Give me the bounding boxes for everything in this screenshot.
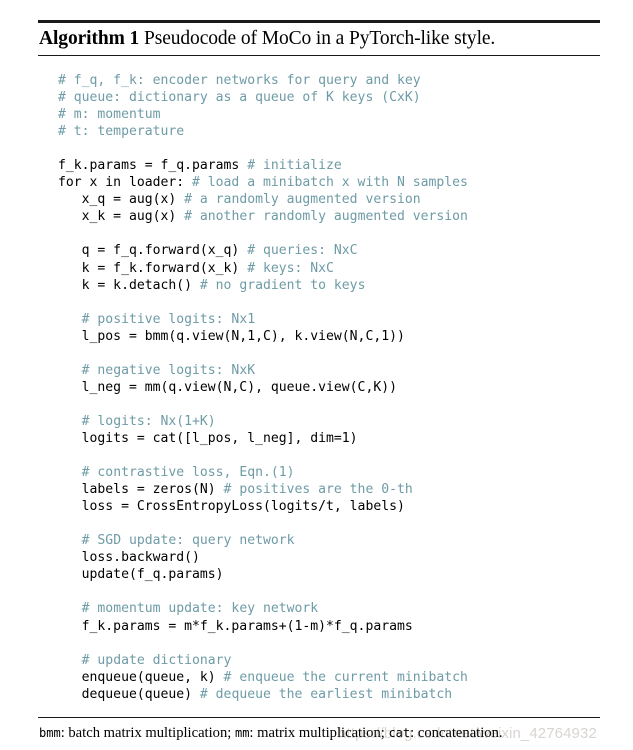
code-comment: # positives are the 0-th	[223, 482, 413, 498]
code-comment: # dequeue the earliest minibatch	[199, 686, 453, 702]
code-line: labels = zeros(N) # positives are the 0-…	[58, 481, 600, 498]
code-comment: # queue: dictionary as a queue of K keys…	[58, 90, 421, 106]
code-line: # t: temperature	[58, 123, 600, 140]
code-text: q = f_q.forward(x_q)	[58, 243, 248, 259]
code-line: q = f_q.forward(x_q) # queries: NxC	[58, 242, 600, 259]
code-comment: # keys: NxC	[247, 260, 334, 276]
code-line: # momentum update: key network	[58, 600, 600, 617]
code-text: k = f_k.forward(x_k)	[58, 260, 248, 276]
code-line: k = f_k.forward(x_k) # keys: NxC	[58, 260, 600, 277]
legend-text: : batch matrix multiplication;	[60, 724, 235, 741]
code-line: k = k.detach() # no gradient to keys	[58, 277, 600, 294]
code-line: # m: momentum	[58, 106, 600, 123]
code-line: f_k.params = f_q.params # initialize	[58, 157, 600, 174]
code-comment: # momentum update: key network	[81, 601, 319, 617]
code-line: l_neg = mm(q.view(N,C), queue.view(C,K))	[58, 379, 600, 396]
code-comment: # logits: Nx(1+K)	[81, 413, 216, 429]
code-comment: # t: temperature	[58, 124, 185, 140]
code-text: k = k.detach()	[58, 277, 200, 293]
code-text: logits = cat([l_pos, l_neg], dim=1)	[58, 430, 358, 446]
algorithm-number-label: Algorithm 1	[39, 28, 140, 49]
code-comment: # load a minibatch x with N samples	[192, 175, 468, 191]
code-text: labels = zeros(N)	[58, 482, 224, 498]
code-line: enqueue(queue, k) # enqueue the current …	[58, 669, 600, 686]
code-text: l_pos = bmm(q.view(N,1,C), k.view(N,C,1)…	[58, 328, 405, 344]
code-text: x_k = aug(x)	[58, 209, 185, 225]
legend-text: : matrix multiplication;	[249, 724, 389, 741]
code-comment: # negative logits: NxK	[81, 362, 256, 378]
code-comment: # another randomly augmented version	[184, 209, 468, 225]
code-comment: # update dictionary	[81, 652, 232, 668]
code-text: dequeue(queue)	[58, 686, 200, 702]
code-line: # SGD update: query network	[58, 532, 600, 549]
code-line: for x in loader: # load a minibatch x wi…	[58, 174, 600, 191]
code-line: # queue: dictionary as a queue of K keys…	[58, 89, 600, 106]
code-text: loss.backward()	[58, 550, 200, 566]
code-line: logits = cat([l_pos, l_neg], dim=1)	[58, 430, 600, 447]
code-text: loss = CrossEntropyLoss(logits/t, labels…	[58, 499, 405, 515]
code-line: # update dictionary	[58, 652, 600, 669]
code-text: x_q = aug(x)	[58, 192, 185, 208]
code-text: update(f_q.params)	[58, 567, 224, 583]
code-comment: # f_q, f_k: encoder networks for query a…	[58, 73, 421, 88]
code-comment: # contrastive loss, Eqn.(1)	[81, 465, 295, 481]
code-line: # f_q, f_k: encoder networks for query a…	[58, 72, 600, 89]
code-line: # negative logits: NxK	[58, 362, 600, 379]
legend-term: cat	[388, 725, 411, 740]
code-text: l_neg = mm(q.view(N,C), queue.view(C,K))	[58, 379, 397, 395]
code-line: # positive logits: Nx1	[58, 311, 600, 328]
pseudocode-listing: # f_q, f_k: encoder networks for query a…	[38, 56, 600, 717]
code-line: loss = CrossEntropyLoss(logits/t, labels…	[58, 498, 600, 515]
code-comment: # queries: NxC	[247, 243, 358, 259]
code-line: x_q = aug(x) # a randomly augmented vers…	[58, 191, 600, 208]
code-comment: # no gradient to keys	[199, 277, 366, 293]
code-line: # contrastive loss, Eqn.(1)	[58, 464, 600, 481]
legend-term: mm	[234, 725, 250, 740]
code-text: f_k.params = m*f_k.params+(1-m)*f_q.para…	[58, 618, 413, 634]
algorithm-float: Algorithm 1 Pseudocode of MoCo in a PyTo…	[38, 20, 600, 743]
code-comment: # m: momentum	[58, 107, 161, 123]
legend-text: : concatenation.	[410, 724, 503, 741]
code-comment: # initialize	[247, 158, 342, 174]
code-comment: # a randomly augmented version	[184, 192, 421, 208]
code-comment: # enqueue the current minibatch	[223, 669, 468, 685]
algorithm-description-label: Pseudocode of MoCo in a PyTorch-like sty…	[143, 28, 496, 49]
code-line: x_k = aug(x) # another randomly augmente…	[58, 208, 600, 225]
code-line: f_k.params = m*f_k.params+(1-m)*f_q.para…	[58, 618, 600, 635]
code-line: update(f_q.params)	[58, 566, 600, 583]
legend-term: bmm	[39, 725, 61, 740]
code-text: for x in loader:	[58, 175, 193, 191]
code-comment: # positive logits: Nx1	[81, 311, 256, 327]
code-line: # logits: Nx(1+K)	[58, 413, 600, 430]
code-text: f_k.params = f_q.params	[58, 158, 248, 174]
code-text: enqueue(queue, k)	[58, 669, 224, 685]
algorithm-caption: Algorithm 1 Pseudocode of MoCo in a PyTo…	[38, 23, 600, 55]
code-comment: # SGD update: query network	[81, 533, 295, 549]
code-line: loss.backward()	[58, 549, 600, 566]
code-line: dequeue(queue) # dequeue the earliest mi…	[58, 686, 600, 703]
code-line: l_pos = bmm(q.view(N,1,C), k.view(N,C,1)…	[58, 328, 600, 345]
algorithm-legend: bmm: batch matrix multiplication; mm: ma…	[38, 718, 600, 743]
